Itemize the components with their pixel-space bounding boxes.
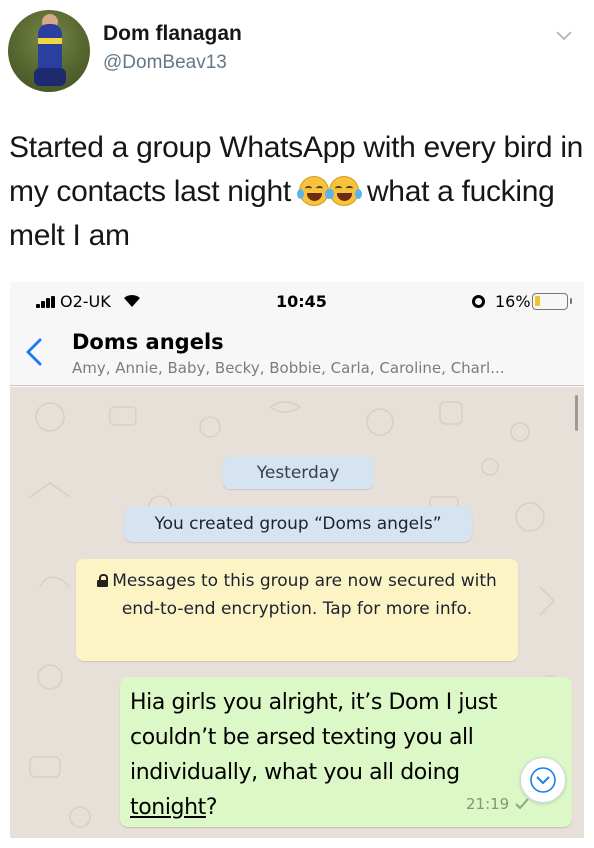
encryption-notice[interactable]: Messages to this group are now secured w…	[76, 559, 518, 661]
battery-percent: 16%	[495, 292, 531, 311]
carrier-label: O2-UK	[60, 292, 111, 311]
signal-icon	[36, 296, 58, 308]
sent-message-body: Hia girls you alright, it’s Dom I just c…	[130, 690, 497, 785]
back-arrow-icon[interactable]	[20, 334, 50, 370]
chevron-down-icon	[530, 767, 556, 793]
message-timestamp: 21:19	[466, 795, 510, 813]
wifi-icon	[124, 294, 140, 307]
sent-tick-icon	[515, 798, 529, 810]
face-with-tears-of-joy-icon	[326, 176, 362, 206]
battery-icon	[532, 293, 572, 310]
chat-area[interactable]: Yesterday You created group “Doms angels…	[10, 387, 584, 838]
scrollbar[interactable]	[575, 395, 578, 431]
whatsapp-screenshot: O2-UK 10:45 16% Doms angels Amy, Annie, …	[10, 282, 584, 838]
encryption-notice-text: Messages to this group are now secured w…	[112, 571, 497, 619]
chat-title[interactable]: Doms angels	[72, 330, 224, 354]
face-with-tears-of-joy-icon	[296, 176, 332, 206]
avatar[interactable]	[8, 10, 90, 92]
system-notice: You created group “Doms angels”	[124, 506, 472, 542]
chat-members[interactable]: Amy, Annie, Baby, Becky, Bobbie, Carla, …	[72, 359, 572, 377]
chevron-down-icon[interactable]	[554, 26, 574, 46]
tweet-header: Dom flanagan @DomBeav13	[0, 0, 594, 110]
status-bar: O2-UK 10:45 16%	[10, 282, 584, 322]
date-label: Yesterday	[222, 457, 374, 489]
tweet-text: Started a group WhatsApp with every bird…	[9, 126, 584, 258]
status-time: 10:45	[276, 292, 327, 311]
alarm-icon	[472, 295, 485, 308]
message-link[interactable]: tonight	[130, 795, 206, 820]
battery-fill	[535, 296, 540, 306]
tweet-author-name[interactable]: Dom flanagan	[103, 22, 242, 46]
lock-icon	[97, 574, 109, 587]
chat-header: Doms angels Amy, Annie, Baby, Becky, Bob…	[10, 322, 584, 386]
sent-message-end: ?	[205, 795, 218, 820]
scroll-to-bottom-button[interactable]	[520, 757, 566, 803]
sent-message-bubble[interactable]: Hia girls you alright, it’s Dom I just c…	[120, 677, 572, 827]
tweet-author-handle[interactable]: @DomBeav13	[103, 52, 227, 74]
